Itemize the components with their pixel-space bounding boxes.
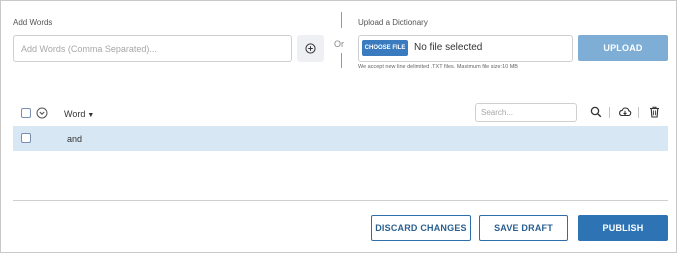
choose-file-button[interactable]: CHOOSE FILE [362, 40, 408, 56]
publish-button[interactable]: PUBLISH [578, 215, 668, 241]
row-checkbox[interactable] [21, 133, 31, 143]
upload-hint: We accept new line delimited .TXT files.… [358, 64, 518, 70]
bulk-options-button[interactable] [36, 107, 48, 119]
or-divider-bottom [341, 53, 342, 68]
row-word: and [67, 134, 83, 144]
table-row[interactable] [13, 126, 668, 151]
add-word-button[interactable] [297, 35, 324, 62]
word-column-header[interactable]: Word ▼ [64, 109, 94, 119]
add-words-input[interactable] [13, 35, 292, 62]
upload-button[interactable]: UPLOAD [578, 35, 668, 61]
cloud-download-icon [619, 107, 632, 117]
upload-dictionary-label: Upload a Dictionary [358, 18, 428, 27]
chevron-down-circle-icon [36, 107, 48, 119]
dictionary-panel: Add Words Or Upload a Dictionary CHOOSE … [0, 0, 677, 253]
search-button[interactable] [589, 105, 603, 119]
delete-button[interactable] [647, 105, 661, 119]
select-all-checkbox[interactable] [21, 108, 31, 118]
trash-icon [649, 106, 659, 118]
word-column-label: Word [64, 109, 86, 119]
plus-circle-icon [305, 43, 316, 54]
search-input[interactable] [475, 103, 577, 122]
file-input[interactable]: CHOOSE FILE No file selected [358, 35, 573, 62]
or-divider-top [341, 12, 342, 28]
toolbar-separator [609, 107, 610, 118]
download-button[interactable] [618, 105, 632, 119]
save-draft-button[interactable]: SAVE DRAFT [479, 215, 568, 241]
toolbar-separator [638, 107, 639, 118]
search-icon [590, 106, 602, 118]
or-text: Or [334, 39, 344, 49]
footer-divider [13, 200, 668, 201]
discard-changes-button[interactable]: DISCARD CHANGES [371, 215, 471, 241]
sort-caret-icon: ▼ [87, 112, 95, 119]
file-status: No file selected [414, 42, 483, 53]
add-words-label: Add Words [13, 18, 53, 27]
